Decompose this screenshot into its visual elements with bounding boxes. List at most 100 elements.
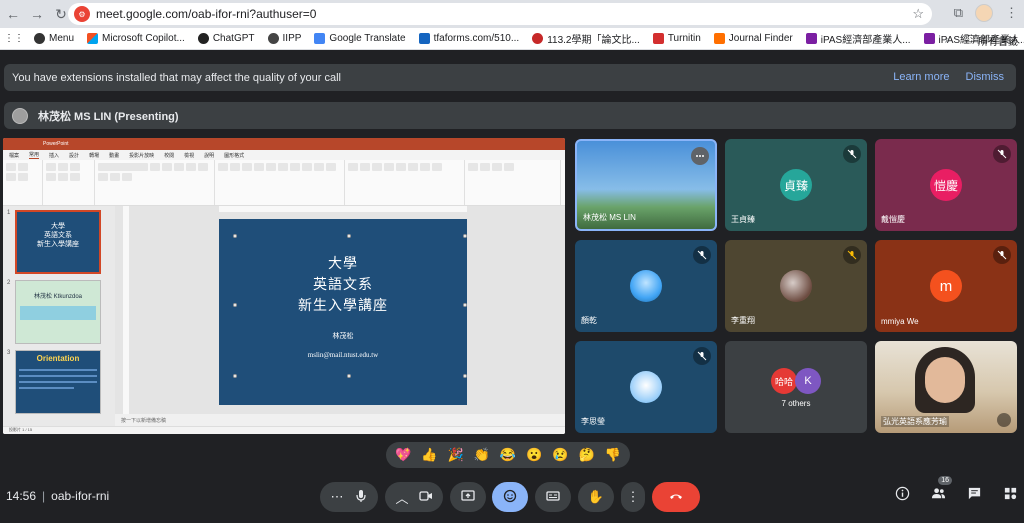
present-button[interactable] (450, 482, 486, 512)
bookmark-copilot[interactable]: Microsoft Copilot... (87, 33, 185, 44)
slide-author: 林茂松 (332, 332, 354, 340)
tile-participant[interactable]: 貞臻 王貞臻 (725, 139, 867, 231)
reaction-joy[interactable]: 😂 (498, 445, 518, 465)
tile-participant[interactable]: 弘光英語系應芳瑜 (875, 341, 1017, 433)
profile-avatar[interactable] (975, 4, 993, 22)
reaction-surprised[interactable]: 😮 (524, 445, 544, 465)
camera-control-group: ︿ (385, 482, 443, 512)
tile-name: 顏乾 (581, 316, 597, 325)
camera-icon[interactable] (418, 489, 433, 506)
slide-email: mslin@mail.ntust.edu.tw (307, 351, 379, 359)
presenting-label: 林茂松 MS LIN (Presenting) (38, 110, 179, 123)
bookmark-chatgpt[interactable]: ChatGPT (197, 33, 255, 44)
reaction-thumbs-down[interactable]: 👎 (603, 445, 623, 465)
bookmark-iipp[interactable]: IIPP (267, 33, 301, 44)
slide-title-1: 大學 (328, 256, 358, 272)
bookmark-journal-finder[interactable]: Journal Finder (713, 33, 793, 44)
forward-icon[interactable]: → (26, 3, 48, 25)
chevron-up-icon[interactable]: ︿ (395, 488, 408, 507)
mic-control-group: ⋯ (320, 482, 378, 512)
bookmarks-more-icon[interactable]: » (944, 35, 950, 46)
mic-off-icon (843, 145, 861, 163)
avatar: m (930, 270, 962, 302)
meeting-info: 14:56 | oab-ifor-rni (6, 489, 110, 503)
more-vert-icon: ⋮ (626, 489, 640, 504)
reaction-sad[interactable]: 😢 (550, 445, 570, 465)
tile-name: mmiya We (881, 317, 919, 326)
bookmark-menu[interactable]: Menu (34, 33, 74, 44)
presenting-bar: 林茂松 MS LIN (Presenting) (4, 102, 1016, 129)
meeting-code: oab-ifor-rni (51, 489, 110, 503)
tile-presenter[interactable]: 林茂松 MS LIN (575, 139, 717, 231)
tile-participant[interactable]: 李思瑩 (575, 341, 717, 433)
tile-participant[interactable]: 愷慶 戴愷慶 (875, 139, 1017, 231)
tile-name: 林茂松 MS LIN (583, 213, 636, 222)
present-screen-icon (461, 489, 475, 506)
avatar (630, 270, 662, 302)
bookmark-ipas-1[interactable]: iPAS經濟部產業人... (805, 31, 911, 46)
tile-name: 李思瑩 (581, 417, 605, 426)
tile-name: 弘光英語系應芳瑜 (881, 416, 949, 427)
slide-thumb-2[interactable]: 林茂松 Ktkunzdoa (15, 280, 101, 344)
leave-call-button[interactable] (652, 482, 700, 512)
activities-icon[interactable] (1002, 485, 1018, 501)
participant-count-badge: 16 (938, 476, 952, 485)
audio-options-icon[interactable]: ⋯ (331, 489, 344, 505)
mic-off-icon (993, 246, 1011, 264)
emoji-button[interactable] (492, 482, 528, 512)
slide-thumb-1[interactable]: 大學 英語文系 新生入學講座 (15, 210, 101, 274)
mic-icon[interactable] (354, 489, 368, 506)
captions-button[interactable] (535, 482, 571, 512)
reaction-thinking[interactable]: 🤔 (577, 445, 597, 465)
apps-icon[interactable]: ⋮⋮ (4, 33, 24, 44)
avatar (630, 371, 662, 403)
reaction-sparkling-heart[interactable]: 💖 (393, 445, 413, 465)
slide-title-2: 英語文系 (313, 277, 373, 293)
more-options-icon[interactable] (691, 147, 709, 165)
ppt-status-bar: 投影片 1 / 15 (3, 426, 565, 434)
raise-hand-button[interactable]: ✋ (578, 482, 614, 512)
emoji-icon (503, 489, 517, 506)
address-bar[interactable]: ⚙ meet.google.com/oab-ifor-rni?authuser=… (68, 3, 932, 25)
tile-participant[interactable]: 李重翔 (725, 240, 867, 332)
horizontal-ruler (219, 206, 467, 212)
menu-icon[interactable]: ⋮ (1005, 5, 1018, 21)
ppt-ribbon (3, 160, 565, 206)
reaction-thumbs-up[interactable]: 👍 (419, 445, 439, 465)
reaction-clap[interactable]: 👏 (472, 445, 492, 465)
bookmark-translate[interactable]: Google Translate (314, 33, 406, 44)
people-icon[interactable]: 16 (930, 476, 952, 501)
bookmark-thesis[interactable]: 113.2學期「論文比... (532, 31, 640, 46)
back-icon[interactable]: ← (2, 3, 24, 25)
presentation-stage[interactable]: PowerPoint 檔案 常用 插入 設計 轉場 動畫 投影片放映 校閱 檢視 說明 圖形格式 1… (3, 138, 565, 434)
main-slide[interactable]: 大學 英語文系 新生入學講座 林茂松 mslin@mail.ntust.edu.… (219, 219, 467, 405)
bookmark-turnitin[interactable]: Turnitin (652, 33, 701, 44)
notes-pane[interactable]: 按一下以新增備忘稿 (115, 414, 565, 426)
participant-video (925, 357, 965, 403)
learn-more-link[interactable]: Learn more (893, 71, 949, 83)
avatar: 貞臻 (780, 169, 812, 201)
tile-others[interactable]: 哈哈 K 7 others (725, 341, 867, 433)
pin-icon[interactable] (997, 413, 1011, 427)
ppt-ribbon-tabs: 檔案 常用 插入 設計 轉場 動畫 投影片放映 校閱 檢視 說明 圖形格式 (3, 150, 565, 160)
bookmarks-bar: ⋮⋮ Menu Microsoft Copilot... ChatGPT IIP… (0, 28, 1024, 50)
slide-editor[interactable]: 大學 英語文系 新生入學講座 林茂松 mslin@mail.ntust.edu.… (115, 206, 565, 426)
tile-participant[interactable]: m mmiya We (875, 240, 1017, 332)
vertical-ruler (123, 206, 129, 426)
mic-off-icon (693, 246, 711, 264)
dismiss-button[interactable]: Dismiss (966, 71, 1005, 83)
slide-thumb-3[interactable]: Orientation (15, 350, 101, 414)
all-bookmarks[interactable]: 所有書籤 (978, 33, 1018, 48)
bookmark-tfaforms[interactable]: tfaforms.com/510... (418, 33, 519, 44)
more-options-button[interactable]: ⋮ (621, 482, 645, 512)
meeting-details-icon[interactable] (894, 485, 910, 501)
tile-participant[interactable]: 顏乾 (575, 240, 717, 332)
avatar: K (795, 368, 821, 394)
bookmark-star-icon[interactable]: ☆ (912, 6, 924, 22)
site-info-icon[interactable]: ⚙ (74, 6, 90, 22)
hang-up-icon (669, 489, 683, 506)
tile-name: 李重翔 (731, 316, 755, 325)
chat-icon[interactable] (966, 485, 982, 501)
reaction-party[interactable]: 🎉 (446, 445, 466, 465)
extensions-icon[interactable]: ⧉ (954, 5, 963, 21)
